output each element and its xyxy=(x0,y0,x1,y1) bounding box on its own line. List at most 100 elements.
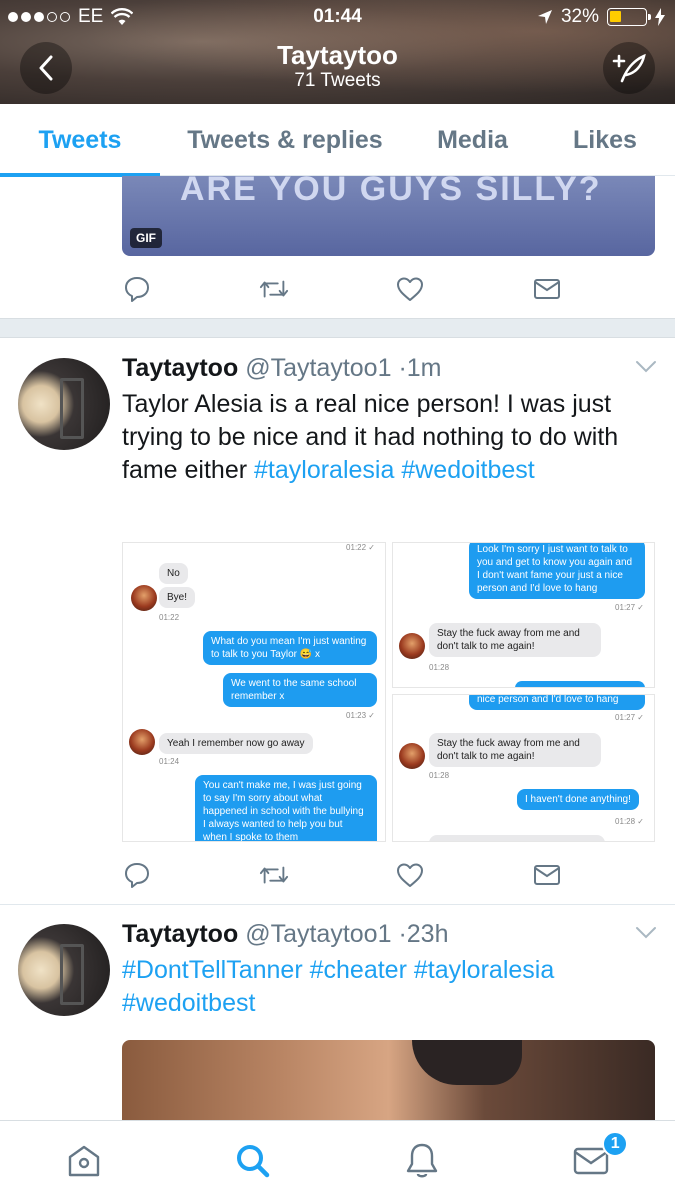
chat-avatar xyxy=(131,585,157,611)
avatar[interactable] xyxy=(18,358,110,450)
reply-button[interactable] xyxy=(122,274,152,304)
reply-button[interactable] xyxy=(122,860,152,890)
chat-timestamp: 01:24 xyxy=(159,757,180,766)
chat-timestamp: 01:27 ✓ xyxy=(615,603,644,612)
chat-bubble: You can't make me, I was just going to s… xyxy=(195,775,377,841)
direct-message-button[interactable] xyxy=(532,860,562,890)
chat-screenshot[interactable]: 01:22 ✓ No Bye! 01:22 What do you mean I… xyxy=(122,542,386,842)
nav-notifications[interactable] xyxy=(338,1121,507,1200)
tab-media[interactable]: Media xyxy=(410,104,535,176)
like-button[interactable] xyxy=(395,860,425,890)
user-handle: @Taytaytoo1 xyxy=(245,354,392,382)
chat-bubble: I haven't done anything! xyxy=(517,789,639,810)
bottom-tab-bar: 1 xyxy=(0,1120,675,1200)
tweet-time: 1m xyxy=(406,354,442,382)
tweet-count: 71 Tweets xyxy=(294,70,381,91)
retweet-button[interactable] xyxy=(259,274,289,304)
chevron-down-icon[interactable] xyxy=(635,926,657,940)
compose-tweet-button[interactable] xyxy=(603,42,655,94)
media-grid: 01:22 ✓ No Bye! 01:22 What do you mean I… xyxy=(122,542,655,842)
tweet-photo[interactable] xyxy=(122,1040,655,1120)
chat-bubble xyxy=(515,681,645,687)
tweet-actions xyxy=(122,860,562,890)
chat-bubble: Look I'm sorry I just want to talk to yo… xyxy=(469,543,645,599)
retweet-icon xyxy=(259,280,288,298)
user-handle: @Taytaytoo1 xyxy=(245,920,392,948)
search-icon xyxy=(237,1145,270,1178)
chat-timestamp: 01:28 xyxy=(429,663,450,672)
chat-bubble: Yeah I remember now go away xyxy=(159,733,313,754)
chat-timestamp: 01:22 ✓ xyxy=(346,543,375,552)
gif-media[interactable]: ARE YOU GUYS SILLY? GIF xyxy=(122,176,655,256)
timeline[interactable]: ARE YOU GUYS SILLY? GIF Taytaytoo @Tayta xyxy=(0,176,675,1120)
tweet-header: Taytaytoo @Taytaytoo1 ·1m xyxy=(122,352,442,384)
nav-home[interactable] xyxy=(0,1121,169,1200)
hashtag-link[interactable]: #wedoitbest xyxy=(401,456,534,484)
section-separator xyxy=(0,318,675,338)
retweet-button[interactable] xyxy=(259,860,289,890)
chat-timestamp: 01:28 xyxy=(429,771,450,780)
chat-bubble xyxy=(429,835,605,841)
tweet-actions xyxy=(122,274,562,304)
chat-screenshot[interactable]: Look I'm sorry I just want to talk to yo… xyxy=(392,542,655,688)
chat-bubble: Stay the fuck away from me and don't tal… xyxy=(429,623,601,657)
nav-messages[interactable]: 1 xyxy=(506,1121,675,1200)
location-arrow-icon xyxy=(537,10,552,24)
envelope-icon xyxy=(533,279,560,299)
chat-timestamp: 01:23 ✓ xyxy=(346,711,375,720)
reply-icon xyxy=(125,863,149,888)
hashtag-link[interactable]: #wedoitbest xyxy=(122,989,255,1017)
heart-icon xyxy=(397,863,424,887)
direct-message-button[interactable] xyxy=(532,274,562,304)
like-button[interactable] xyxy=(395,274,425,304)
messages-badge: 1 xyxy=(602,1131,629,1157)
chat-bubble: Stay the fuck away from me and don't tal… xyxy=(429,733,601,767)
gif-badge: GIF xyxy=(130,228,162,248)
separator-dot: · xyxy=(398,920,407,948)
chat-avatar xyxy=(399,743,425,769)
battery-icon xyxy=(607,8,651,26)
tab-likes[interactable]: Likes xyxy=(535,104,675,176)
hashtag-link[interactable]: #DontTellTanner xyxy=(122,956,303,984)
chat-avatar xyxy=(399,633,425,659)
separator-dot: · xyxy=(398,354,407,382)
status-right: 32% xyxy=(537,6,665,28)
battery-percent: 32% xyxy=(560,6,599,27)
chat-avatar xyxy=(129,729,155,755)
tab-tweets-replies[interactable]: Tweets & replies xyxy=(160,104,410,176)
notifications-icon xyxy=(406,1143,438,1178)
profile-header: EE 01:44 32% Taytaytoo 71 Tweets xyxy=(0,0,675,104)
retweet-icon xyxy=(259,866,288,884)
chat-bubble: We went to the same school remember x xyxy=(223,673,377,707)
chat-timestamp: 01:22 xyxy=(159,613,180,622)
gif-caption: ARE YOU GUYS SILLY? xyxy=(180,176,602,208)
tweet[interactable]: Taytaytoo @Taytaytoo1 ·23h #DontTellTann… xyxy=(0,904,675,1120)
display-name[interactable]: Taytaytoo xyxy=(122,354,238,382)
avatar[interactable] xyxy=(18,924,110,1016)
chat-bubble: Bye! xyxy=(159,587,196,608)
nav-search[interactable] xyxy=(169,1121,338,1200)
hashtag-link[interactable]: #tayloralesia xyxy=(414,956,554,984)
display-name[interactable]: Taytaytoo xyxy=(122,920,238,948)
tweet-header: Taytaytoo @Taytaytoo1 ·23h xyxy=(122,918,448,950)
compose-quill-icon xyxy=(612,53,646,83)
charging-bolt-icon xyxy=(655,8,665,26)
tweet-time: 23h xyxy=(406,920,449,948)
chat-timestamp: 01:27 ✓ xyxy=(615,713,644,722)
tweet-text: #DontTellTanner #cheater #tayloralesia #… xyxy=(122,954,652,1020)
home-icon xyxy=(69,1145,100,1177)
status-bar: EE 01:44 32% xyxy=(0,6,675,30)
tweet[interactable]: Taytaytoo @Taytaytoo1 ·1m Taylor Alesia … xyxy=(0,338,675,842)
chat-timestamp: 01:28 ✓ xyxy=(615,817,644,826)
heart-icon xyxy=(397,277,424,301)
chat-screenshot[interactable]: nice person and I'd love to hang 01:27 ✓… xyxy=(392,694,655,842)
hashtag-link[interactable]: #cheater xyxy=(310,956,407,984)
tab-tweets[interactable]: Tweets xyxy=(0,104,160,177)
app-root: EE 01:44 32% Taytaytoo 71 Tweets Tweets … xyxy=(0,0,675,1200)
envelope-icon xyxy=(533,865,560,885)
hashtag-link[interactable]: #tayloralesia xyxy=(254,456,394,484)
profile-name: Taytaytoo xyxy=(277,40,398,70)
chat-bubble: No xyxy=(159,563,188,584)
chevron-down-icon[interactable] xyxy=(635,360,657,374)
header-title: Taytaytoo 71 Tweets xyxy=(0,40,675,92)
